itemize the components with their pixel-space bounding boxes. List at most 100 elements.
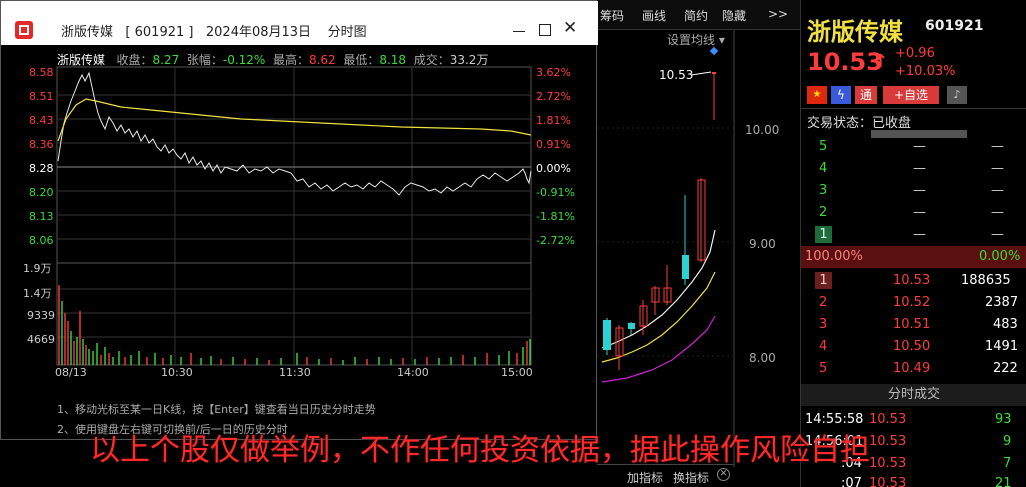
chart-axis-label: 10.00: [745, 123, 780, 137]
bid-volume: 188635: [961, 273, 1011, 288]
intraday-popup-window: 浙版传媒 [ 601921 ] 2024年08月13日 分时图 ✕ 浙版传媒 收…: [0, 0, 598, 440]
trade-row: :07 10.53 21: [801, 474, 1026, 487]
chart-axis-label: 8.00: [749, 351, 776, 365]
time-axis-label: 11:30: [279, 366, 311, 379]
bid-row: 3 10.51 483: [801, 314, 1026, 336]
close-circle-icon[interactable]: ✕: [717, 468, 730, 481]
stock-code: 601921: [925, 18, 984, 34]
price-axis-label: 8.13: [29, 210, 54, 223]
ask-price: —: [913, 139, 926, 154]
trade-status: 交易状态：已收盘: [807, 112, 911, 131]
price-axis-label: 8.06: [29, 234, 54, 247]
trade-volume: 93: [995, 412, 1012, 427]
price-change: +0.96: [895, 46, 935, 61]
ask-row: 1 — —: [801, 224, 1026, 246]
trade-status-value: 已收盘: [872, 116, 912, 131]
add-watchlist-button[interactable]: +自选: [883, 86, 939, 104]
time-axis-label: 08/13: [55, 366, 87, 379]
bid-row: 2 10.52 2387: [801, 292, 1026, 314]
time-axis-label: 14:00: [397, 366, 429, 379]
lightning-icon[interactable]: ϟ: [831, 86, 851, 104]
price-axis-label: 8.43: [29, 114, 54, 127]
ask-price: —: [913, 227, 926, 242]
bid-level: 4: [819, 339, 828, 354]
price-change-pct: +10.03%: [895, 64, 956, 79]
switch-indicator-button[interactable]: 换指标: [673, 469, 709, 486]
bid-level: 2: [819, 295, 828, 310]
toolbar-draw-button[interactable]: 画线: [642, 7, 666, 24]
trade-status-label: 交易状态：: [807, 116, 873, 131]
kline-chart[interactable]: 设置均线 ▾ 10.53 10.00 9.00 8.00 加指标 换指标 ✕: [597, 30, 800, 485]
ask-row: 5 — —: [801, 136, 1026, 158]
ask-level: 3: [819, 183, 828, 198]
trades-title: 分时成交: [801, 384, 1026, 406]
bid-price: 10.50: [893, 339, 931, 354]
volume-axis-label: 1.4万: [23, 287, 52, 300]
ask-volume: —: [991, 183, 1004, 198]
price-axis-label: 8.51: [29, 90, 54, 103]
china-flag-icon: ★: [807, 86, 827, 104]
price-axis-label: 8.20: [29, 186, 54, 199]
bid-volume: 1491: [985, 339, 1019, 354]
toolbar-hide-button[interactable]: 隐藏: [722, 7, 746, 24]
ask-volume: —: [991, 139, 1004, 154]
connect-badge[interactable]: 通: [855, 86, 877, 104]
ask-row: 4 — —: [801, 158, 1026, 180]
ask-level: 4: [819, 161, 828, 176]
price-axis-label: 8.36: [29, 138, 54, 151]
bid-row: 1 10.53 188635: [801, 270, 1026, 292]
volume-axis-label: 1.9万: [23, 262, 52, 275]
bid-row: 4 10.50 1491: [801, 336, 1026, 358]
bid-level: 3: [819, 317, 828, 332]
trade-price: 10.53: [869, 476, 907, 487]
bid-level: 1: [815, 272, 832, 289]
ask-price: —: [913, 205, 926, 220]
ask-level: 1: [815, 226, 832, 243]
disclaimer-overlay: 以上个股仅做举例，不作任何投资依据，据此操作风险自担: [90, 433, 870, 468]
bid-price: 10.49: [893, 361, 931, 376]
bid-row: 5 10.49 222: [801, 358, 1026, 380]
quote-panel: 浙版传媒 601921 10.53 ↑ +0.96 +10.03% ★ ϟ 通 …: [800, 0, 1026, 487]
chart-axis-label: 9.00: [749, 237, 776, 251]
toolbar-simple-button[interactable]: 简约: [684, 7, 708, 24]
divider: [801, 108, 1026, 109]
ask-level: 2: [819, 205, 828, 220]
pct-axis-label: -2.72%: [536, 234, 575, 247]
ask-row: 3 — —: [801, 180, 1026, 202]
trade-time: :07: [841, 476, 862, 487]
volume-axis-label: 4669: [27, 333, 55, 346]
ask-level: 5: [819, 139, 828, 154]
pct-axis-label: -1.81%: [536, 210, 575, 223]
add-indicator-button[interactable]: 加指标: [627, 469, 663, 486]
trade-volume: 9: [1003, 434, 1012, 449]
bid-price: 10.52: [893, 295, 931, 310]
toolbar-chips-button[interactable]: 筹码: [600, 7, 624, 24]
bid-volume: 2387: [985, 295, 1019, 310]
ask-volume: —: [991, 161, 1004, 176]
bid-volume: 222: [993, 361, 1018, 376]
price-axis-label: 8.58: [29, 66, 54, 79]
bid-level: 5: [819, 361, 828, 376]
bid-ratio: 100.00%: [805, 249, 863, 264]
pct-axis-label: 1.81%: [536, 114, 571, 127]
bid-volume: 483: [993, 317, 1018, 332]
ask-ratio: 0.00%: [979, 249, 1021, 264]
last-price: 10.53: [807, 48, 883, 76]
stock-name: 浙版传媒: [807, 18, 903, 46]
trade-volume: 7: [1003, 456, 1012, 471]
up-arrow-icon: ↑: [873, 51, 889, 72]
pct-axis-label: -0.91%: [536, 186, 575, 199]
ratio-bar: 100.00% 0.00%: [801, 246, 1026, 268]
trade-volume: 21: [995, 476, 1012, 487]
pct-axis-label: 3.62%: [536, 66, 571, 79]
price-callout: 10.53: [659, 68, 694, 82]
ask-row: 2 — —: [801, 202, 1026, 224]
pct-axis-label: 0.91%: [536, 138, 571, 151]
ask-price: —: [913, 161, 926, 176]
toolbar-more-icon[interactable]: >>: [768, 7, 788, 21]
hint-text: 1、移动光标至某一日K线，按【Enter】键查看当日历史分时走势: [57, 403, 376, 416]
time-axis-label: 10:30: [161, 366, 193, 379]
pct-axis-label: 2.72%: [536, 90, 571, 103]
bell-icon[interactable]: ♪: [947, 86, 967, 104]
ask-price: —: [913, 183, 926, 198]
